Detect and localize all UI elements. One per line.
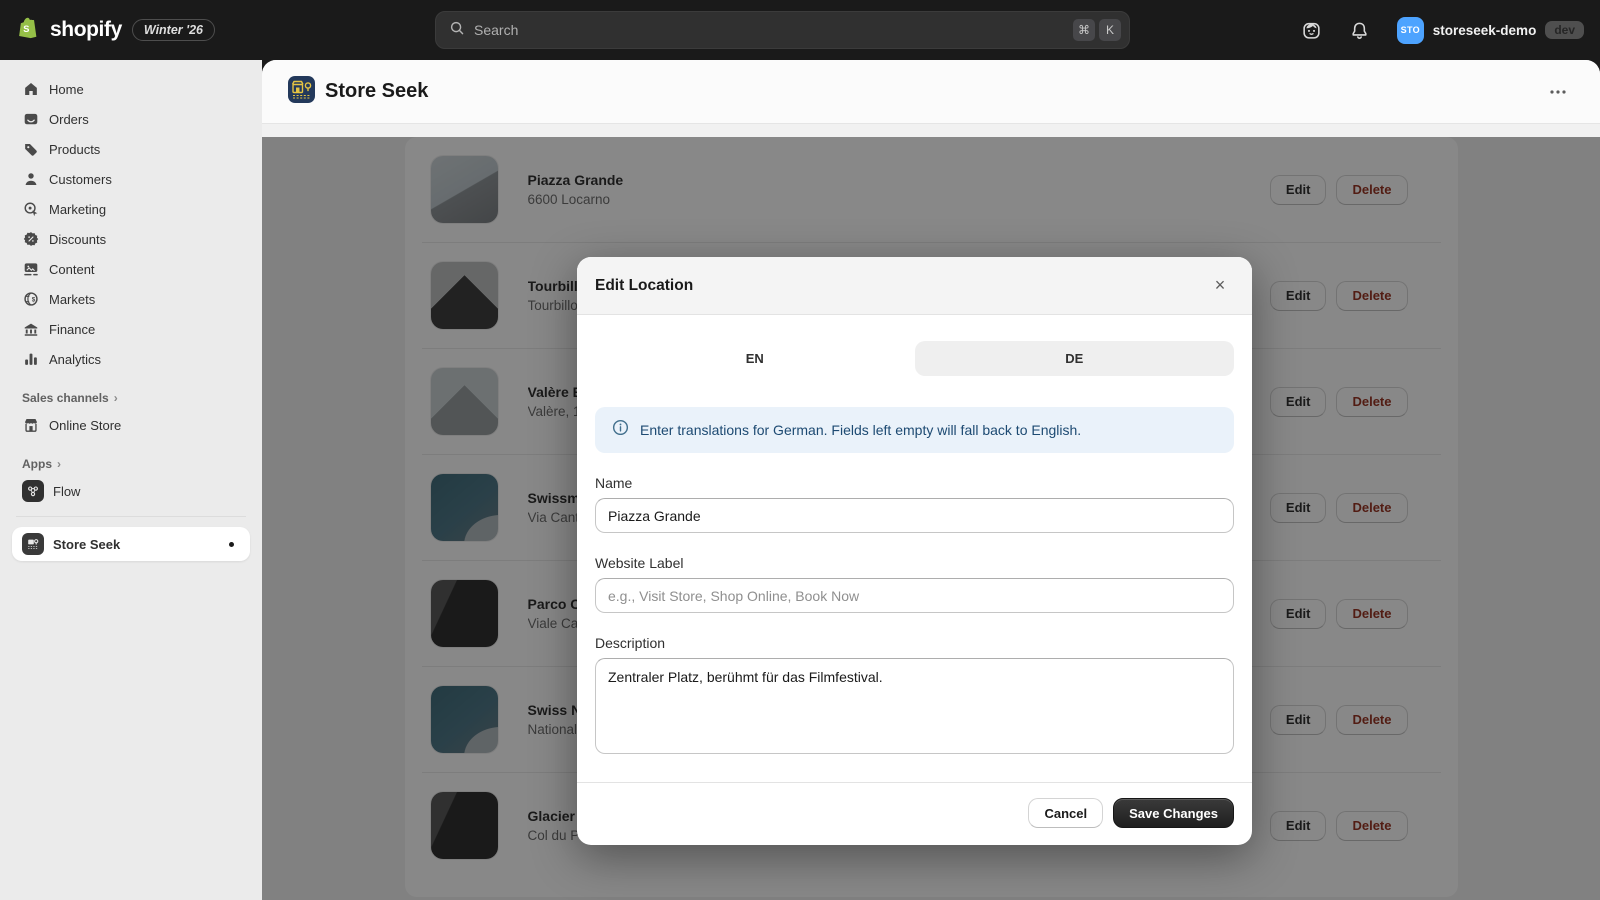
modal-body: EN DE Enter translations for German. Fie… — [577, 315, 1252, 782]
svg-text:$: $ — [32, 297, 36, 304]
version-badge: Winter '26 — [132, 19, 215, 41]
language-tabs: EN DE — [595, 341, 1234, 376]
name-field-group: Name — [595, 475, 1234, 533]
search-icon — [448, 19, 466, 42]
website-label-label: Website Label — [595, 555, 1234, 571]
website-label-field-group: Website Label — [595, 555, 1234, 613]
save-changes-button[interactable]: Save Changes — [1113, 798, 1234, 828]
sidebar-item-analytics[interactable]: Analytics — [12, 344, 250, 374]
shopify-wordmark: shopify — [50, 18, 122, 42]
info-banner: Enter translations for German. Fields le… — [595, 407, 1234, 453]
sidebar-divider — [16, 516, 246, 517]
global-search[interactable]: ⌘ K — [435, 11, 1130, 49]
cancel-button[interactable]: Cancel — [1028, 798, 1103, 828]
info-icon — [611, 418, 630, 442]
shopify-logo[interactable]: S shopify — [16, 15, 122, 46]
env-badge: dev — [1545, 21, 1584, 39]
customers-icon — [22, 170, 40, 188]
sidebar-item-flow[interactable]: Flow — [12, 476, 250, 506]
sidekick-icon — [1301, 20, 1322, 41]
more-actions-button[interactable] — [1542, 80, 1574, 104]
close-icon[interactable]: × — [1206, 272, 1234, 300]
home-icon — [22, 80, 40, 98]
banner-text: Enter translations for German. Fields le… — [640, 422, 1081, 438]
page-header: Store Seek — [262, 60, 1600, 124]
analytics-icon — [22, 350, 40, 368]
store-name: storeseek-demo — [1433, 23, 1537, 38]
chevron-right-icon: › — [57, 457, 61, 471]
more-actions-icon — [1549, 89, 1567, 95]
name-input[interactable] — [595, 498, 1234, 533]
kbd-k-key: K — [1099, 19, 1121, 41]
bell-icon — [1349, 20, 1370, 41]
store-avatar: STO — [1397, 17, 1424, 44]
description-field-group: Description Zentraler Platz, berühmt für… — [595, 635, 1234, 759]
svg-text:S: S — [23, 23, 29, 33]
page-title: Store Seek — [325, 80, 428, 103]
marketing-icon — [22, 200, 40, 218]
sidebar-item-content[interactable]: Content — [12, 254, 250, 284]
finance-icon — [22, 320, 40, 338]
kbd-cmd-key: ⌘ — [1073, 19, 1095, 41]
sidebar-item-markets[interactable]: $ Markets — [12, 284, 250, 314]
markets-icon: $ — [22, 290, 40, 308]
tab-en[interactable]: EN — [595, 341, 915, 376]
sidebar-item-store-seek[interactable]: Store Seek — [12, 527, 250, 561]
name-label: Name — [595, 475, 1234, 491]
sidebar-item-online-store[interactable]: Online Store — [12, 410, 250, 440]
content-icon — [22, 260, 40, 278]
topbar: S shopify Winter '26 ⌘ K STO storeseek-d… — [0, 0, 1600, 60]
shopify-bag-icon: S — [16, 15, 42, 46]
website-label-input[interactable] — [595, 578, 1234, 613]
sidebar-nav: Home Orders Products Customers Marketing… — [12, 74, 250, 374]
edit-location-modal: Edit Location × EN DE Enter translations… — [577, 257, 1252, 845]
storefront-icon — [22, 416, 40, 434]
modal-title: Edit Location — [595, 277, 693, 295]
account-menu[interactable]: STO storeseek-demo dev — [1397, 17, 1584, 44]
tab-de[interactable]: DE — [915, 341, 1235, 376]
sidebar-item-home[interactable]: Home — [12, 74, 250, 104]
search-input[interactable] — [474, 22, 1069, 38]
sidebar-item-marketing[interactable]: Marketing — [12, 194, 250, 224]
sidebar-item-customers[interactable]: Customers — [12, 164, 250, 194]
discounts-icon — [22, 230, 40, 248]
sidebar-item-orders[interactable]: Orders — [12, 104, 250, 134]
sidebar-item-products[interactable]: Products — [12, 134, 250, 164]
sidebar-section-apps[interactable]: Apps › — [12, 448, 250, 476]
sidebar-section-sales-channels[interactable]: Sales channels › — [12, 382, 250, 410]
products-icon — [22, 140, 40, 158]
description-textarea[interactable]: Zentraler Platz, berühmt für das Filmfes… — [595, 658, 1234, 754]
modal-header: Edit Location × — [577, 257, 1252, 315]
notifications-button[interactable] — [1343, 13, 1377, 47]
sidebar: Home Orders Products Customers Marketing… — [0, 60, 262, 900]
modal-footer: Cancel Save Changes — [577, 782, 1252, 845]
description-label: Description — [595, 635, 1234, 651]
active-indicator-dot — [229, 542, 234, 547]
chevron-right-icon: › — [114, 391, 118, 405]
store-seek-page-icon — [288, 76, 315, 108]
sidebar-item-finance[interactable]: Finance — [12, 314, 250, 344]
flow-app-icon — [22, 480, 44, 502]
orders-icon — [22, 110, 40, 128]
sidekick-assistant-button[interactable] — [1295, 13, 1329, 47]
sidebar-item-discounts[interactable]: Discounts — [12, 224, 250, 254]
store-seek-app-icon — [22, 533, 44, 555]
